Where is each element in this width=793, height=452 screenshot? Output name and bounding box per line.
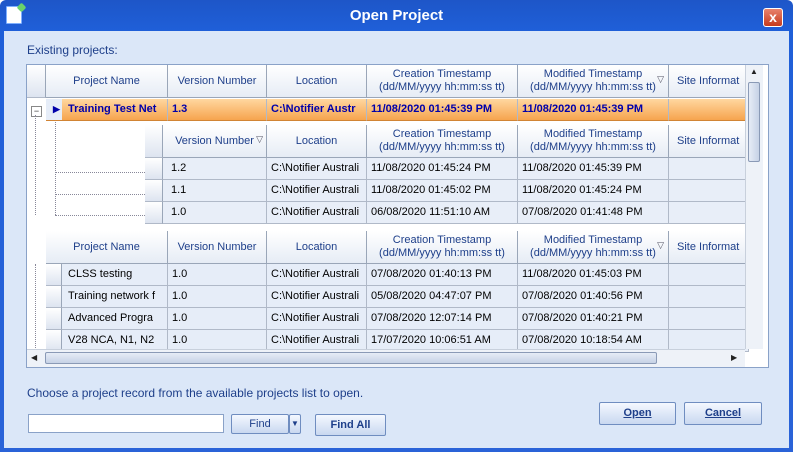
open-project-dialog: Open Project x Existing projects: Projec… xyxy=(0,0,793,452)
col2-modified-label: Modified Timestamp (dd/MM/yyyy hh:mm:ss … xyxy=(530,234,656,259)
instruction-text: Choose a project record from the availab… xyxy=(27,386,364,400)
cell-modified[interactable]: 11/08/2020 01:45:24 PM xyxy=(518,180,669,202)
tree-line xyxy=(35,115,36,215)
cell-created[interactable]: 07/08/2020 01:40:13 PM xyxy=(367,264,518,286)
cell-version[interactable]: 1.0 xyxy=(168,308,267,330)
cell-location[interactable]: C:\Notifier Australi xyxy=(267,286,367,308)
cell-site[interactable] xyxy=(669,99,749,121)
vertical-scrollbar[interactable]: ▲ xyxy=(745,65,763,349)
row-indicator xyxy=(145,158,163,180)
cell-site[interactable] xyxy=(669,286,749,308)
cell-version[interactable]: 1.1 xyxy=(163,180,267,202)
cell-location[interactable]: C:\Notifier Australi xyxy=(267,308,367,330)
projects-grid[interactable]: Project Name Version Number Location Cre… xyxy=(26,64,769,368)
cell-project-name[interactable]: Training Test Net xyxy=(62,99,168,121)
col-modified-label: Modified Timestamp (dd/MM/yyyy hh:mm:ss … xyxy=(530,68,656,93)
cell-created[interactable]: 11/08/2020 01:45:02 PM xyxy=(367,180,518,202)
cell-created[interactable]: 05/08/2020 04:47:07 PM xyxy=(367,286,518,308)
cell-created[interactable]: 06/08/2020 11:51:10 AM xyxy=(367,202,518,224)
cell-created[interactable]: 07/08/2020 12:07:14 PM xyxy=(367,308,518,330)
title-bar: Open Project x xyxy=(0,0,793,31)
col2-creation[interactable]: Creation Timestamp (dd/MM/yyyy hh:mm:ss … xyxy=(367,231,518,264)
scroll-right-icon[interactable]: ▶ xyxy=(731,353,737,362)
dialog-body: Existing projects: Project Name Version … xyxy=(4,31,789,448)
scroll-left-icon[interactable]: ◀ xyxy=(31,353,37,362)
cell-version[interactable]: 1.0 xyxy=(168,264,267,286)
cell-version[interactable]: 1.2 xyxy=(163,158,267,180)
cell-site[interactable] xyxy=(669,158,749,180)
tree-line xyxy=(55,194,145,195)
col2-site[interactable]: Site Informat xyxy=(669,231,749,264)
cell-location[interactable]: C:\Notifier Australi xyxy=(267,180,367,202)
cell-site[interactable] xyxy=(669,264,749,286)
col-modified-timestamp[interactable]: Modified Timestamp (dd/MM/yyyy hh:mm:ss … xyxy=(518,65,669,98)
header-indicator xyxy=(27,65,46,98)
cell-modified[interactable]: 07/08/2020 01:41:48 PM xyxy=(518,202,669,224)
col-version-number[interactable]: Version Number xyxy=(168,65,267,98)
cell-location[interactable]: C:\Notifier Austr xyxy=(267,99,367,121)
col-project-name[interactable]: Project Name xyxy=(46,65,168,98)
row-indicator xyxy=(46,264,62,286)
find-dropdown-chevron-down-icon[interactable]: ▼ xyxy=(289,414,301,434)
cell-location[interactable]: C:\Notifier Australi xyxy=(267,158,367,180)
scroll-up-icon[interactable]: ▲ xyxy=(750,67,758,76)
child-col-site[interactable]: Site Informat xyxy=(669,125,749,158)
vertical-scroll-thumb[interactable] xyxy=(748,82,760,162)
cell-version[interactable]: 1.3 xyxy=(168,99,267,121)
tree-line xyxy=(55,122,56,215)
cell-version[interactable]: 1.0 xyxy=(168,286,267,308)
child-col-creation[interactable]: Creation Timestamp (dd/MM/yyyy hh:mm:ss … xyxy=(367,125,518,158)
cell-project-name[interactable]: Training network f xyxy=(62,286,168,308)
window-title: Open Project xyxy=(349,7,444,24)
cancel-button[interactable]: Cancel xyxy=(684,402,762,425)
row-indicator xyxy=(145,180,163,202)
close-button[interactable]: x xyxy=(763,8,783,27)
find-all-button[interactable]: Find All xyxy=(315,414,386,436)
child-col-location[interactable]: Location xyxy=(267,125,367,158)
row-indicator xyxy=(145,202,163,224)
cell-created[interactable]: 11/08/2020 01:45:39 PM xyxy=(367,99,518,121)
find-button[interactable]: Find xyxy=(231,414,289,434)
child-sort-icon[interactable]: ▽ xyxy=(256,133,263,146)
cell-modified[interactable]: 07/08/2020 01:40:21 PM xyxy=(518,308,669,330)
collapse-icon[interactable]: − xyxy=(31,106,42,117)
child-col-version-number[interactable]: Version Number ▽ xyxy=(163,125,267,158)
col2-location[interactable]: Location xyxy=(267,231,367,264)
cell-location[interactable]: C:\Notifier Australi xyxy=(267,264,367,286)
child-col-version-label: Version Number xyxy=(175,134,254,147)
cell-location[interactable]: C:\Notifier Australi xyxy=(267,202,367,224)
col-site-information[interactable]: Site Informat xyxy=(669,65,749,98)
cell-project-name[interactable]: CLSS testing xyxy=(62,264,168,286)
cell-version[interactable]: 1.0 xyxy=(163,202,267,224)
tree-line xyxy=(55,215,145,216)
cell-modified[interactable]: 07/08/2020 01:40:56 PM xyxy=(518,286,669,308)
cell-site[interactable] xyxy=(669,308,749,330)
col2-project-name[interactable]: Project Name xyxy=(46,231,168,264)
cell-modified[interactable]: 11/08/2020 01:45:39 PM xyxy=(518,158,669,180)
child-header-indicator xyxy=(145,125,163,158)
existing-projects-label: Existing projects: xyxy=(27,43,118,57)
col-creation-timestamp[interactable]: Creation Timestamp (dd/MM/yyyy hh:mm:ss … xyxy=(367,65,518,98)
col2-version-number[interactable]: Version Number xyxy=(168,231,267,264)
sort-icon[interactable]: ▽ xyxy=(657,73,664,86)
cell-project-name[interactable]: Advanced Progra xyxy=(62,308,168,330)
cell-site[interactable] xyxy=(669,180,749,202)
sort-icon[interactable]: ▽ xyxy=(657,239,664,252)
open-button[interactable]: Open xyxy=(599,402,676,425)
col2-modified[interactable]: Modified Timestamp (dd/MM/yyyy hh:mm:ss … xyxy=(518,231,669,264)
tree-line xyxy=(35,264,36,354)
horizontal-scroll-thumb[interactable] xyxy=(45,352,657,364)
horizontal-scrollbar[interactable]: ◀ ▶ xyxy=(27,349,745,367)
cell-created[interactable]: 11/08/2020 01:45:24 PM xyxy=(367,158,518,180)
current-row-arrow-icon: ▶ xyxy=(53,104,60,114)
cell-site[interactable] xyxy=(669,202,749,224)
tree-line xyxy=(55,172,145,173)
row-indicator xyxy=(46,308,62,330)
child-col-modified[interactable]: Modified Timestamp (dd/MM/yyyy hh:mm:ss … xyxy=(518,125,669,158)
col-location[interactable]: Location xyxy=(267,65,367,98)
row-indicator xyxy=(46,286,62,308)
cell-modified[interactable]: 11/08/2020 01:45:39 PM xyxy=(518,99,669,121)
search-input[interactable] xyxy=(28,414,224,433)
cell-modified[interactable]: 11/08/2020 01:45:03 PM xyxy=(518,264,669,286)
